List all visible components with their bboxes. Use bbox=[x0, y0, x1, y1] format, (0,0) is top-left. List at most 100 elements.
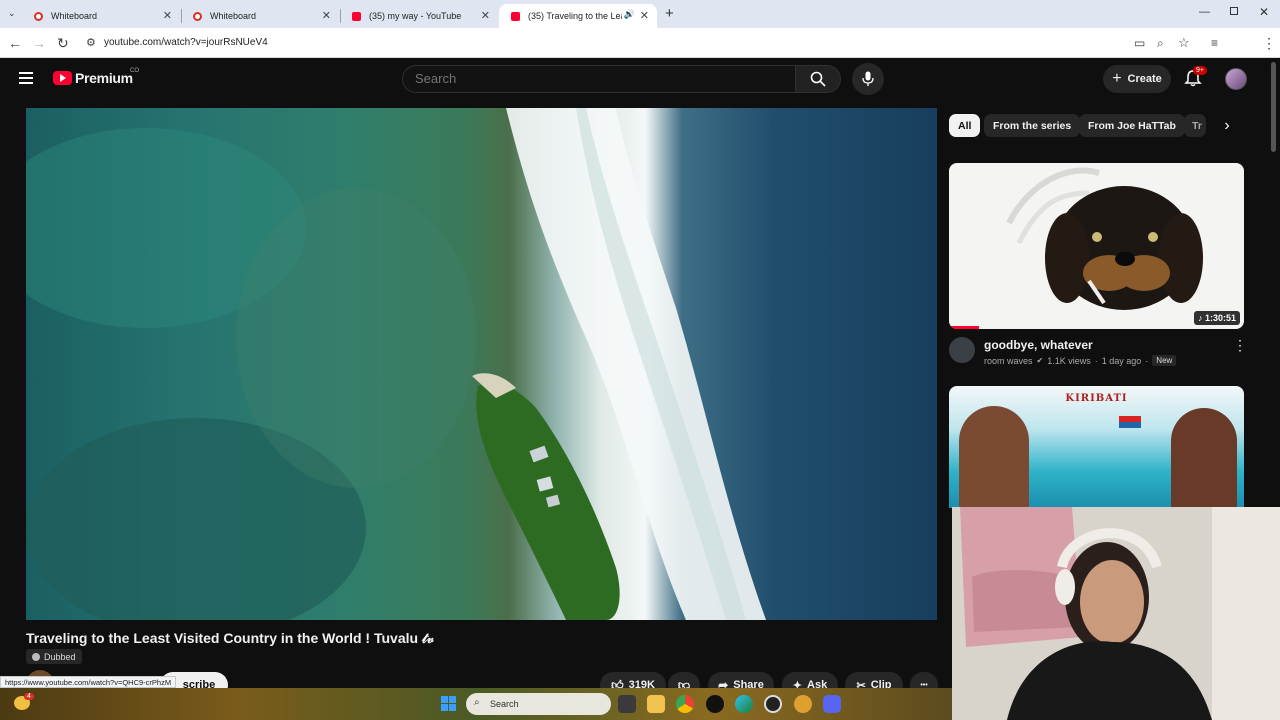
new-tab-button[interactable]: + bbox=[665, 5, 674, 22]
dubbed-label: Dubbed bbox=[44, 651, 76, 662]
voice-search-button[interactable] bbox=[852, 63, 884, 95]
address-bar-row: ← → ↻ ⚙ youtube.com/watch?v=jourRsNUeV4 … bbox=[0, 28, 1280, 77]
chrome-icon[interactable] bbox=[676, 695, 694, 713]
chip-partial[interactable]: Tr bbox=[1184, 114, 1206, 137]
create-button[interactable]: + Create bbox=[1103, 65, 1171, 93]
browser-tab-active[interactable]: (35) Traveling to the Least V 🔊 ✕ bbox=[499, 4, 657, 28]
taskbar-search-label: Search bbox=[490, 699, 519, 709]
speaker-icon[interactable]: 🔊 bbox=[624, 9, 635, 20]
weather-badge: 4 bbox=[24, 693, 34, 700]
youtube-header: Premium CO + Create 9+ bbox=[0, 58, 1280, 100]
watch-progress-bar bbox=[949, 326, 979, 329]
new-badge: New bbox=[1152, 355, 1177, 366]
tab-label: Whiteboard bbox=[210, 11, 257, 21]
separator-dot: · bbox=[1094, 355, 1098, 366]
task-view-icon[interactable] bbox=[618, 695, 636, 713]
video-frame-island-aerial bbox=[26, 108, 766, 620]
youtube-icon bbox=[352, 11, 361, 21]
verified-icon: ✔ bbox=[1036, 356, 1044, 365]
search-input[interactable] bbox=[403, 66, 795, 91]
tab-label: (35) my way - YouTube bbox=[369, 11, 462, 21]
site-info-icon[interactable]: ⚙ bbox=[86, 35, 96, 51]
whiteboard-icon bbox=[193, 11, 202, 21]
reading-list-icon[interactable]: ≡ bbox=[1211, 35, 1218, 51]
back-arrow-icon[interactable]: ← bbox=[8, 35, 22, 51]
notification-count-badge: 9+ bbox=[1193, 66, 1207, 75]
browser-tab[interactable]: Whiteboard ✕ bbox=[181, 4, 339, 28]
thumbnail-person-left bbox=[959, 406, 1029, 508]
app-icon-dark[interactable] bbox=[706, 695, 724, 713]
restore-window-icon[interactable] bbox=[1230, 7, 1238, 15]
recommendation-thumbnail[interactable]: ♪ 1:30:51 bbox=[949, 163, 1244, 329]
logo-text: Premium bbox=[75, 70, 133, 86]
country-code-badge: CO bbox=[130, 68, 139, 74]
reload-icon[interactable]: ↻ bbox=[57, 35, 69, 51]
dubbed-person-icon bbox=[32, 652, 40, 661]
chip-all[interactable]: All bbox=[949, 114, 981, 137]
browser-tab[interactable]: (35) my way - YouTube ✕ bbox=[340, 4, 498, 28]
microphone-icon bbox=[862, 71, 874, 86]
close-window-icon[interactable]: ✕ bbox=[1259, 5, 1269, 19]
link-preview-status: https://www.youtube.com/watch?v=QHC9-crP… bbox=[0, 676, 177, 688]
obs-icon[interactable] bbox=[764, 695, 782, 713]
chips-next-icon[interactable]: › bbox=[1216, 114, 1238, 137]
rec-views: 1.1K views bbox=[1047, 355, 1091, 366]
close-tab-icon[interactable]: ✕ bbox=[322, 9, 331, 22]
close-tab-icon[interactable]: ✕ bbox=[481, 9, 490, 22]
duration-badge: ♪ 1:30:51 bbox=[1193, 311, 1240, 325]
rec-channel-name[interactable]: room waves bbox=[984, 356, 1033, 366]
plus-icon: + bbox=[1112, 70, 1122, 87]
chip-from-the-series[interactable]: From the series bbox=[984, 114, 1081, 137]
discord-icon[interactable] bbox=[823, 695, 841, 713]
forward-arrow-icon[interactable]: → bbox=[32, 35, 46, 51]
create-label: Create bbox=[1127, 73, 1162, 85]
close-tab-icon[interactable]: ✕ bbox=[640, 9, 649, 22]
search-box bbox=[402, 65, 796, 93]
bookmark-star-icon[interactable]: ☆ bbox=[1178, 35, 1190, 51]
browser-menu-icon[interactable]: ⋮ bbox=[1262, 35, 1276, 51]
start-windows-icon[interactable] bbox=[441, 696, 456, 711]
whiteboard-icon bbox=[34, 11, 43, 21]
notifications-button[interactable]: 9+ bbox=[1184, 66, 1207, 89]
edge-icon[interactable] bbox=[735, 695, 753, 713]
page-scrollbar[interactable] bbox=[1271, 62, 1276, 152]
chip-from-channel[interactable]: From Joe HaTTab bbox=[1079, 114, 1185, 137]
tab-list-dropdown-icon[interactable]: ⌄ bbox=[8, 8, 16, 19]
hamburger-menu-icon[interactable] bbox=[19, 72, 33, 84]
browser-tab[interactable]: Whiteboard ✕ bbox=[22, 4, 180, 28]
taskbar-search-box[interactable]: ⌕ Search bbox=[466, 693, 611, 715]
search-icon bbox=[810, 71, 826, 87]
recommendation-meta: room waves ✔ 1.1K views · 1 day ago · Ne… bbox=[984, 355, 1177, 366]
tab-label: (35) Traveling to the Least V bbox=[528, 11, 622, 21]
search-button[interactable] bbox=[795, 65, 841, 93]
webcam-streamer-image bbox=[952, 507, 1280, 720]
close-tab-icon[interactable]: ✕ bbox=[163, 9, 172, 22]
minimize-window-icon[interactable]: — bbox=[1199, 6, 1210, 18]
app-icon-colorful[interactable] bbox=[794, 695, 812, 713]
video-player[interactable] bbox=[26, 108, 937, 620]
recommendation-thumbnail[interactable]: KIRIBATI bbox=[949, 386, 1244, 508]
url-field[interactable]: youtube.com/watch?v=jourRsNUeV4 bbox=[104, 37, 268, 48]
rec-channel-avatar[interactable] bbox=[949, 337, 975, 363]
account-avatar[interactable] bbox=[1225, 68, 1247, 90]
dog-illustration-thumbnail bbox=[1006, 167, 1203, 310]
dubbed-badge: Dubbed bbox=[26, 649, 82, 664]
rec-age: 1 day ago bbox=[1101, 355, 1142, 366]
youtube-play-icon bbox=[53, 71, 72, 85]
thumbnail-flag bbox=[1119, 416, 1141, 428]
webcam-overlay bbox=[952, 507, 1280, 720]
zoom-icon[interactable]: ⌕ bbox=[1157, 35, 1164, 51]
recommendation-title[interactable]: goodbye, whatever bbox=[984, 338, 1093, 352]
duration-text: 1:30:51 bbox=[1204, 313, 1236, 323]
thumbnail-caption: KIRIBATI bbox=[1065, 393, 1128, 404]
music-note-icon: ♪ bbox=[1197, 313, 1203, 323]
file-explorer-icon[interactable] bbox=[647, 695, 665, 713]
youtube-logo[interactable]: Premium bbox=[53, 70, 133, 86]
tab-label: Whiteboard bbox=[51, 11, 98, 21]
separator-dot: · bbox=[1145, 355, 1149, 366]
youtube-icon bbox=[511, 11, 520, 21]
cast-icon[interactable]: ▭ bbox=[1134, 35, 1145, 51]
rec-more-options-icon[interactable]: ⋮ bbox=[1233, 337, 1247, 354]
browser-tab-bar: ⌄ Whiteboard ✕ Whiteboard ✕ (35) my way … bbox=[0, 0, 1280, 28]
taskbar-search-icon: ⌕ bbox=[474, 697, 480, 708]
